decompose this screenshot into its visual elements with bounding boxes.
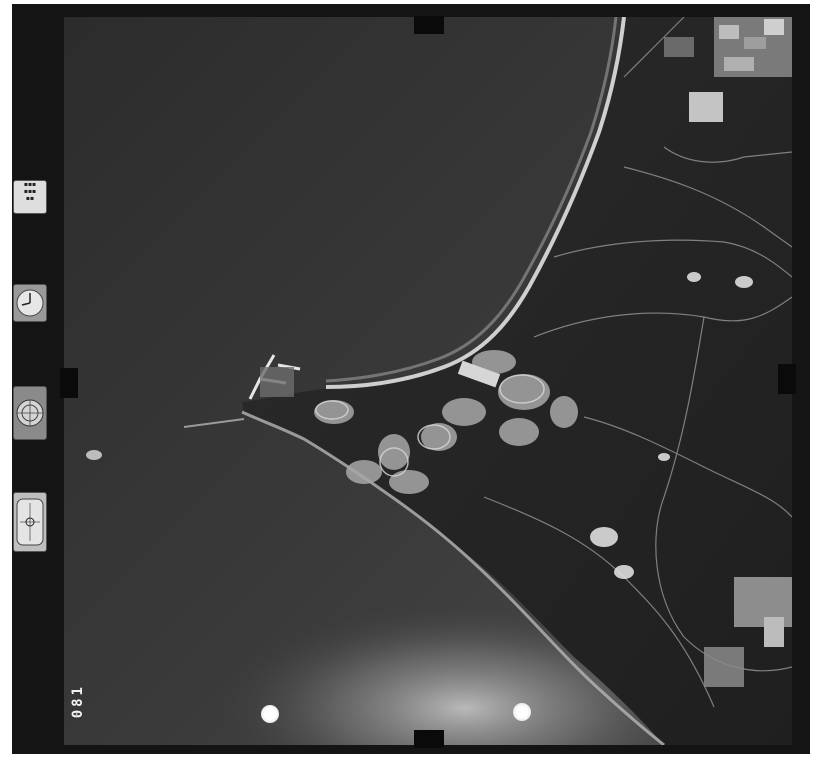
punch-hole-right bbox=[513, 703, 531, 721]
aerial-photo bbox=[64, 17, 792, 745]
altimeter-icon bbox=[13, 386, 47, 440]
level-bubble-icon bbox=[13, 492, 47, 552]
fiducial-right bbox=[778, 364, 796, 394]
islet bbox=[86, 450, 102, 460]
harbour-basin bbox=[260, 367, 294, 397]
altimeter-dial bbox=[16, 399, 44, 427]
fiducial-top bbox=[414, 16, 444, 34]
punch-hole-left bbox=[261, 705, 279, 723]
data-card-marks: ▪▪▪ ▪▪▪ ▪▪ bbox=[23, 181, 37, 202]
data-card: ▪▪▪ ▪▪▪ ▪▪ bbox=[13, 180, 47, 214]
frame-number: 081 bbox=[70, 684, 86, 719]
clock-icon bbox=[13, 284, 47, 322]
fiducial-bottom bbox=[414, 730, 444, 748]
fiducial-left bbox=[60, 368, 78, 398]
clock-face bbox=[16, 289, 44, 317]
level-bubble-dial bbox=[16, 498, 44, 546]
